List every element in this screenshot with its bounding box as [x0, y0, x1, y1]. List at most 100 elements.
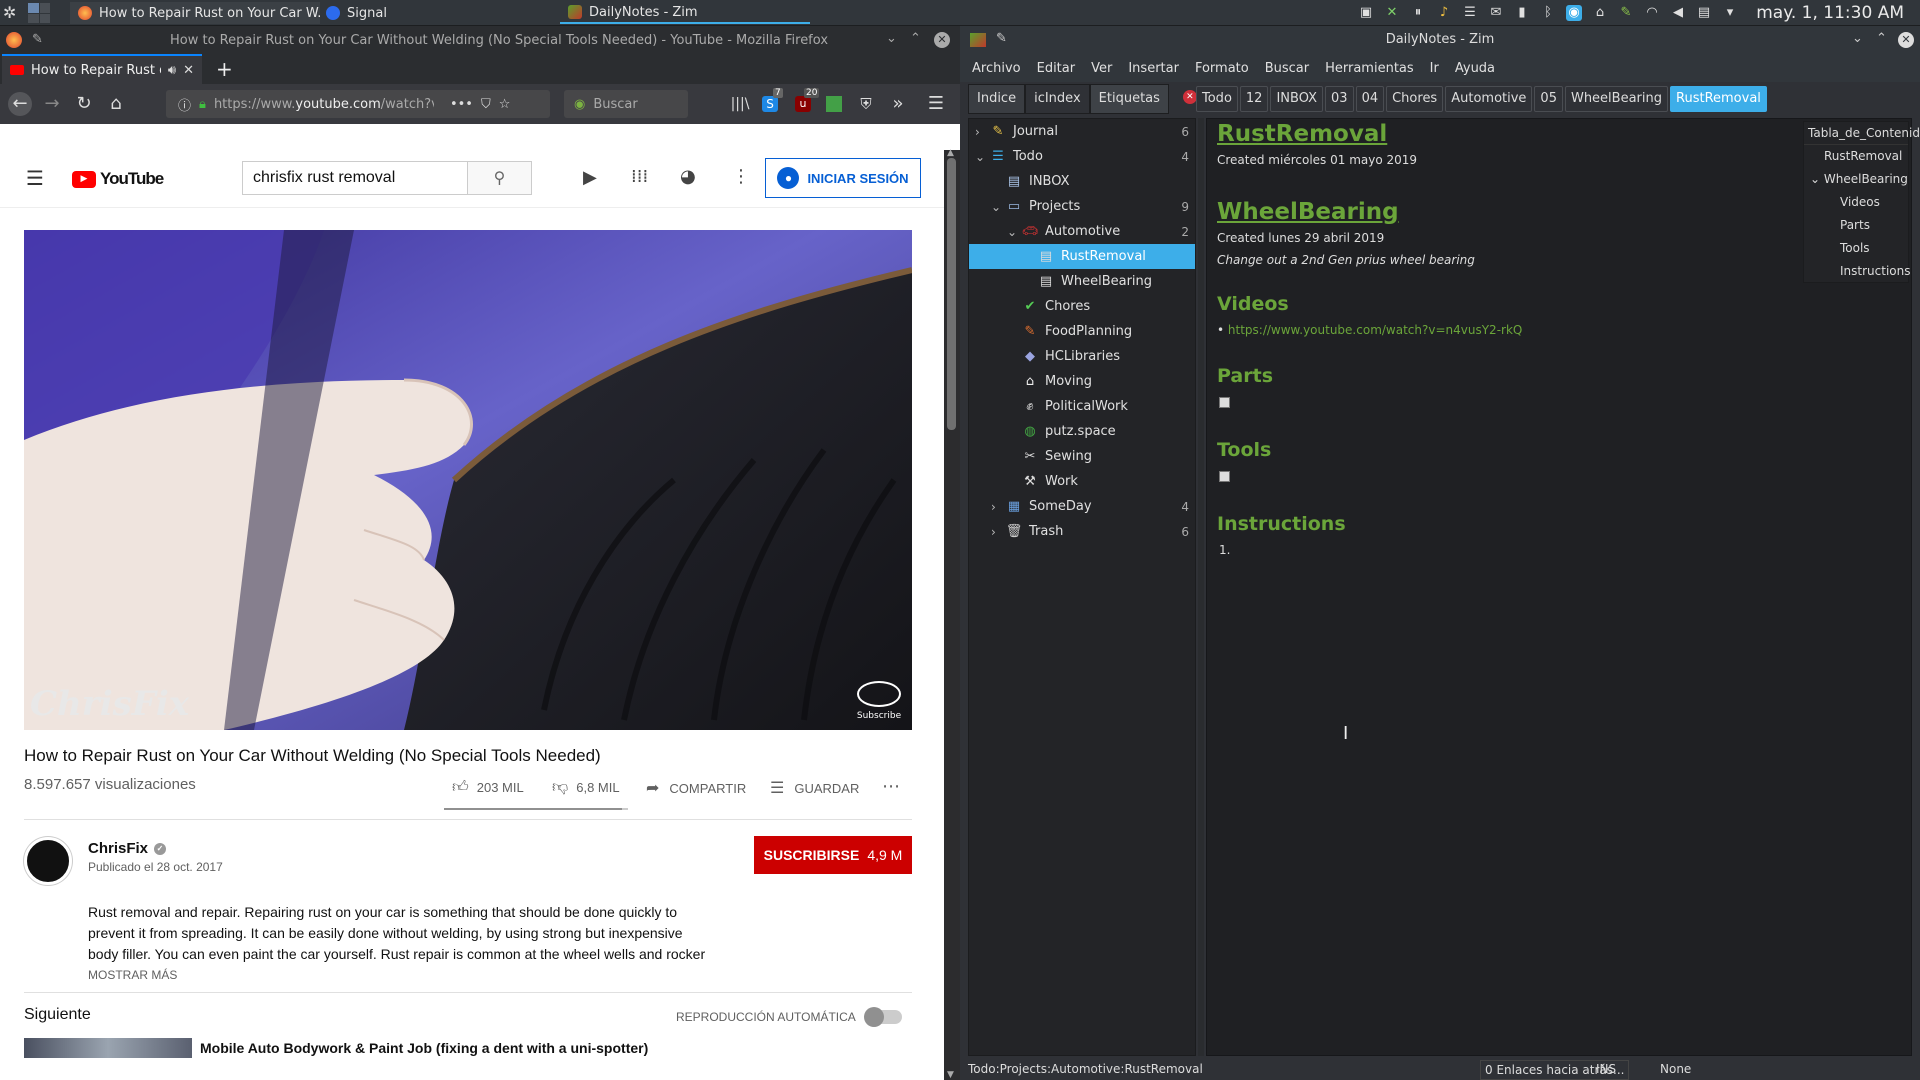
- tab-icindex[interactable]: icIndex: [1025, 84, 1090, 114]
- menu-archivo[interactable]: Archivo: [972, 61, 1021, 76]
- task-signal[interactable]: Signal: [318, 2, 558, 24]
- kde-menu-icon[interactable]: ✲: [3, 3, 16, 22]
- path-button-inbox[interactable]: INBOX: [1270, 86, 1324, 112]
- tree-item-someday[interactable]: › ▦ SomeDay 4: [969, 494, 1195, 519]
- new-tab-button[interactable]: +: [216, 57, 233, 81]
- create-video-icon[interactable]: ▶: [583, 167, 597, 188]
- page-actions-icon[interactable]: •••: [450, 97, 473, 112]
- minimize-icon[interactable]: ⌄: [1852, 31, 1863, 46]
- tools-checkbox[interactable]: [1219, 471, 1230, 482]
- chat-icon[interactable]: ◉: [1566, 5, 1582, 21]
- rss-icon[interactable]: ☰: [1462, 5, 1478, 21]
- bookmark-star-icon[interactable]: ☆: [499, 97, 511, 112]
- extension-s-icon[interactable]: S: [762, 96, 778, 112]
- expand-chevron-icon[interactable]: ›: [991, 500, 1005, 514]
- tab-etiquetas[interactable]: Etiquetas: [1089, 84, 1169, 114]
- expand-chevron-icon[interactable]: ›: [975, 125, 989, 139]
- toc-item-wheelbearing[interactable]: ⌄ WheelBearing: [1804, 168, 1908, 191]
- notes-icon[interactable]: ▤: [1696, 5, 1712, 21]
- reload-button[interactable]: ↻: [74, 94, 94, 114]
- menu-formato[interactable]: Formato: [1195, 61, 1249, 76]
- clipboard-icon[interactable]: ▣: [1358, 5, 1374, 21]
- privacy-badger-icon[interactable]: ⛨: [856, 94, 876, 114]
- menu-buscar[interactable]: Buscar: [1265, 61, 1309, 76]
- tab-indice[interactable]: Indice: [968, 84, 1026, 114]
- forward-button[interactable]: →: [42, 94, 62, 114]
- channel-name[interactable]: ChrisFix ✓: [88, 840, 167, 857]
- library-icon[interactable]: |||\: [730, 94, 750, 114]
- wifi-icon[interactable]: ◠: [1644, 5, 1660, 21]
- overflow-chevron-icon[interactable]: »: [888, 94, 908, 114]
- path-button-chores[interactable]: Chores: [1386, 86, 1444, 112]
- menu-ir[interactable]: Ir: [1430, 61, 1439, 76]
- signin-button[interactable]: ● INICIAR SESIÓN: [765, 158, 921, 198]
- pane-splitter[interactable]: [1198, 118, 1204, 1056]
- pause-icon[interactable]: ⏸: [1410, 5, 1426, 21]
- search-box[interactable]: ◉ Buscar: [564, 90, 688, 118]
- path-button-rustremoval[interactable]: RustRemoval: [1670, 86, 1767, 112]
- tree-item-trash[interactable]: › 🗑︎ Trash 6: [969, 519, 1195, 544]
- expand-chevron-icon[interactable]: ›: [991, 525, 1005, 539]
- tree-item-wheelbearing[interactable]: ▤ WheelBearing: [969, 269, 1195, 294]
- like-button[interactable]: 👍︎ 203 MIL: [452, 778, 524, 797]
- tree-item-work[interactable]: ⚒ Work: [969, 469, 1195, 494]
- more-actions-icon[interactable]: ⋯: [882, 776, 900, 797]
- toc-item-rustremoval[interactable]: RustRemoval: [1804, 145, 1908, 168]
- video-link[interactable]: https://www.youtube.com/watch?v=n4vusY2-…: [1228, 323, 1522, 337]
- tray-expand-icon[interactable]: ▾: [1722, 5, 1738, 21]
- path-button-04[interactable]: 04: [1355, 86, 1385, 112]
- dislike-button[interactable]: 👎︎ 6,8 MIL: [552, 778, 620, 797]
- tree-item-projects[interactable]: ⌄ ▭ Projects 9: [969, 194, 1195, 219]
- tab-youtube[interactable]: How to Repair Rust on Y 🔊︎ ✕: [2, 54, 202, 84]
- collapse-chevron-icon[interactable]: ⌄: [975, 150, 989, 164]
- speaker-icon[interactable]: 🔊︎: [168, 63, 176, 78]
- more-options-icon[interactable]: ⋮: [732, 166, 750, 187]
- youtube-search-button[interactable]: ⚲: [467, 161, 532, 195]
- path-button-12[interactable]: 12: [1239, 86, 1269, 112]
- guide-menu-icon[interactable]: ☰: [26, 166, 44, 190]
- menu-ver[interactable]: Ver: [1091, 61, 1112, 76]
- video-player[interactable]: ChrisFix Subscribe: [24, 230, 912, 730]
- path-button-wheelbearing[interactable]: WheelBearing: [1564, 86, 1669, 112]
- bluetooth-icon[interactable]: ᛒ: [1540, 5, 1556, 21]
- messages-icon[interactable]: ◕: [680, 166, 696, 187]
- tab-close-icon[interactable]: ✕: [183, 63, 194, 78]
- tree-item-hclibraries[interactable]: ◆ HCLibraries: [969, 344, 1195, 369]
- home-button[interactable]: ⌂: [106, 94, 126, 114]
- updates-icon[interactable]: ⌂: [1592, 5, 1608, 21]
- toc-item-parts[interactable]: Parts: [1804, 214, 1908, 237]
- close-pane-icon[interactable]: ✕: [1182, 90, 1197, 104]
- info-icon[interactable]: ⓘ: [178, 95, 191, 114]
- tree-item-journal[interactable]: › ✎ Journal 6: [969, 119, 1195, 144]
- share-button[interactable]: ➦ COMPARTIR: [646, 778, 746, 798]
- mail-icon[interactable]: ✉: [1488, 5, 1504, 21]
- page-editor[interactable]: RustRemoval Created miércoles 01 mayo 20…: [1206, 118, 1920, 1056]
- maximize-icon[interactable]: ⌃: [1876, 31, 1887, 46]
- tree-item-moving[interactable]: ⌂ Moving: [969, 369, 1195, 394]
- menu-editar[interactable]: Editar: [1037, 61, 1076, 76]
- menu-herramientas[interactable]: Herramientas: [1325, 61, 1414, 76]
- path-button-todo[interactable]: Todo: [1196, 86, 1238, 112]
- zim-tray-icon[interactable]: ✎: [1618, 5, 1634, 21]
- next-video-title[interactable]: Mobile Auto Bodywork & Paint Job (fixing…: [200, 1040, 648, 1056]
- ublock-icon[interactable]: u: [795, 96, 811, 112]
- show-more-link[interactable]: MOSTRAR MÁS: [88, 968, 177, 982]
- tree-item-putz-space[interactable]: ◍ putz.space: [969, 419, 1195, 444]
- collapse-chevron-icon[interactable]: ⌄: [1007, 225, 1021, 239]
- tree-item-inbox[interactable]: ▤ INBOX: [969, 169, 1195, 194]
- path-button-03[interactable]: 03: [1325, 86, 1354, 112]
- youtube-search-input[interactable]: chrisfix rust removal: [242, 161, 468, 195]
- volume-icon[interactable]: ◀: [1670, 5, 1686, 21]
- menu-insertar[interactable]: Insertar: [1128, 61, 1179, 76]
- page-scrollbar[interactable]: ▲ ▼: [944, 148, 960, 1080]
- url-bar[interactable]: ⓘ 🔒︎ https://www.youtube.com/watch?v •••…: [166, 90, 550, 118]
- pocket-icon[interactable]: ⛉: [481, 97, 491, 112]
- tools-icon[interactable]: ✕: [1384, 5, 1400, 21]
- save-button[interactable]: ☰ GUARDAR: [770, 778, 859, 798]
- toc-item-videos[interactable]: Videos: [1804, 191, 1908, 214]
- subscribe-button[interactable]: SUSCRIBIRSE 4,9 M: [754, 836, 912, 874]
- menu-ayuda[interactable]: Ayuda: [1455, 61, 1495, 76]
- collapse-chevron-icon[interactable]: ⌄: [1810, 172, 1824, 186]
- tree-item-sewing[interactable]: ✂ Sewing: [969, 444, 1195, 469]
- tree-item-foodplanning[interactable]: ✎ FoodPlanning: [969, 319, 1195, 344]
